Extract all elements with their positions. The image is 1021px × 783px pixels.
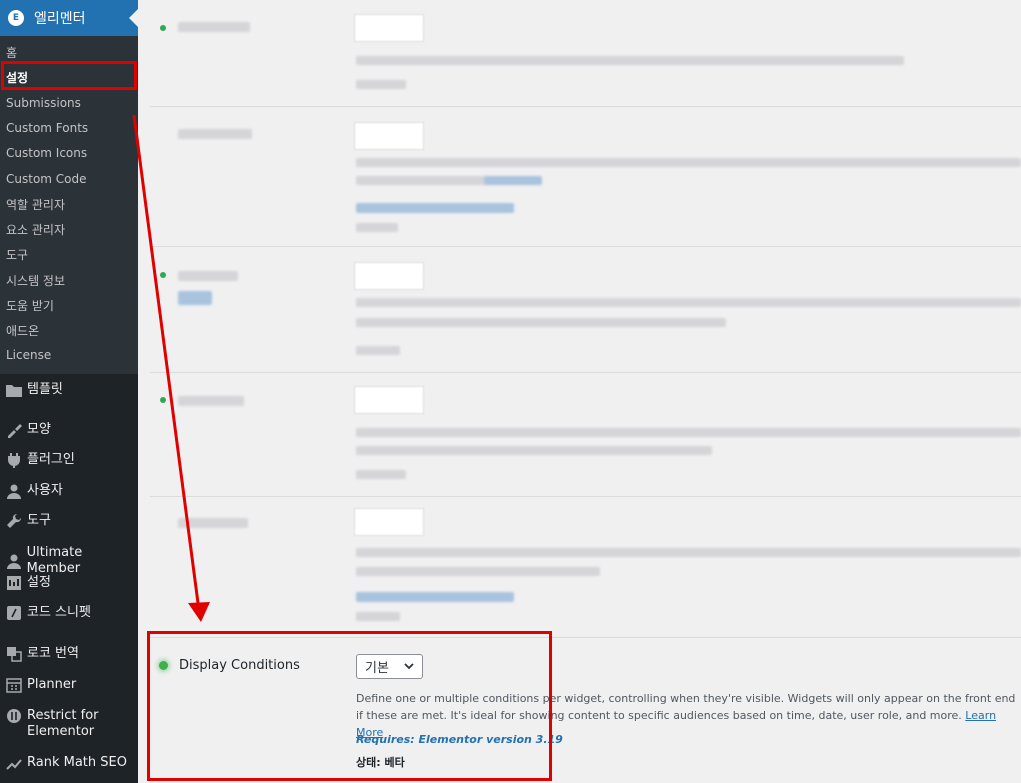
annotation-arrow: [132, 114, 210, 622]
